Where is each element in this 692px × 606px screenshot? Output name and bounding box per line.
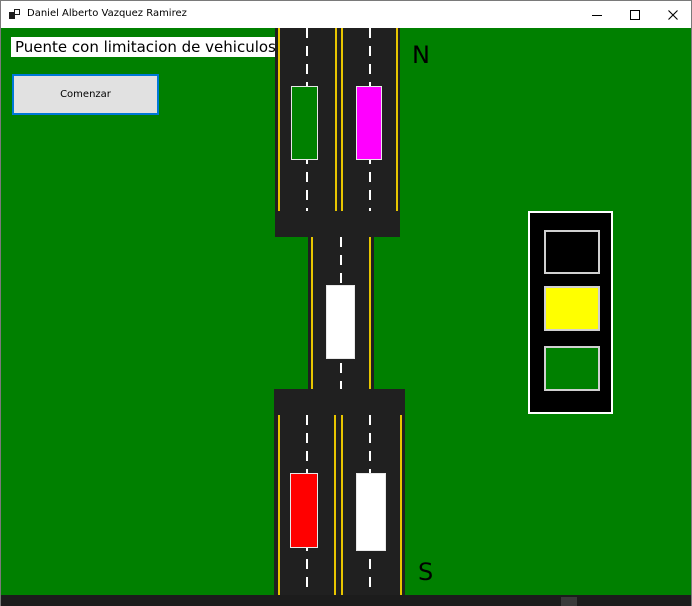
start-button[interactable]: Comenzar — [12, 74, 159, 115]
windows-form-icon[interactable] — [9, 9, 20, 19]
bridge-yellow-line — [311, 237, 313, 389]
bridge-yellow-line — [369, 237, 371, 389]
north-road-yellow-line — [278, 28, 280, 211]
close-icon — [668, 9, 678, 20]
traffic-light-top-lamp — [544, 230, 600, 274]
south-road-yellow-line — [334, 415, 336, 595]
north-road-yellow-line — [335, 28, 337, 211]
vehicle-bridge — [326, 285, 355, 359]
maximize-button[interactable] — [615, 1, 655, 28]
minimize-button[interactable] — [577, 1, 617, 28]
horizontal-scrollbar[interactable] — [1, 595, 691, 606]
close-button[interactable] — [653, 1, 692, 28]
window-title: Daniel Alberto Vazquez Ramirez — [27, 8, 187, 19]
south-road-yellow-line — [278, 415, 280, 595]
vehicle-north-left — [291, 86, 318, 160]
south-label: S — [418, 558, 434, 586]
north-label: N — [412, 41, 430, 69]
south-road-yellow-line — [400, 415, 402, 595]
traffic-light-middle-lamp — [544, 286, 600, 331]
maximize-icon — [630, 9, 640, 20]
app-window: Daniel Alberto Vazquez Ramirez Puente co… — [0, 0, 692, 606]
traffic-light-bottom-lamp — [544, 346, 600, 391]
vehicle-south-right — [356, 473, 386, 551]
south-road-yellow-line — [341, 415, 343, 595]
title-bar[interactable]: Daniel Alberto Vazquez Ramirez — [1, 1, 691, 28]
north-road-yellow-line — [396, 28, 398, 211]
vehicle-south-left — [290, 473, 318, 548]
north-road-yellow-line — [341, 28, 343, 211]
traffic-light — [528, 211, 613, 414]
vehicle-north-right — [356, 86, 382, 160]
minimize-icon — [592, 14, 602, 16]
scrollbar-thumb[interactable] — [561, 597, 577, 606]
form-client-area: Puente con limitacion de vehiculos Comen… — [1, 28, 691, 595]
form-heading: Puente con limitacion de vehiculos — [11, 37, 280, 57]
